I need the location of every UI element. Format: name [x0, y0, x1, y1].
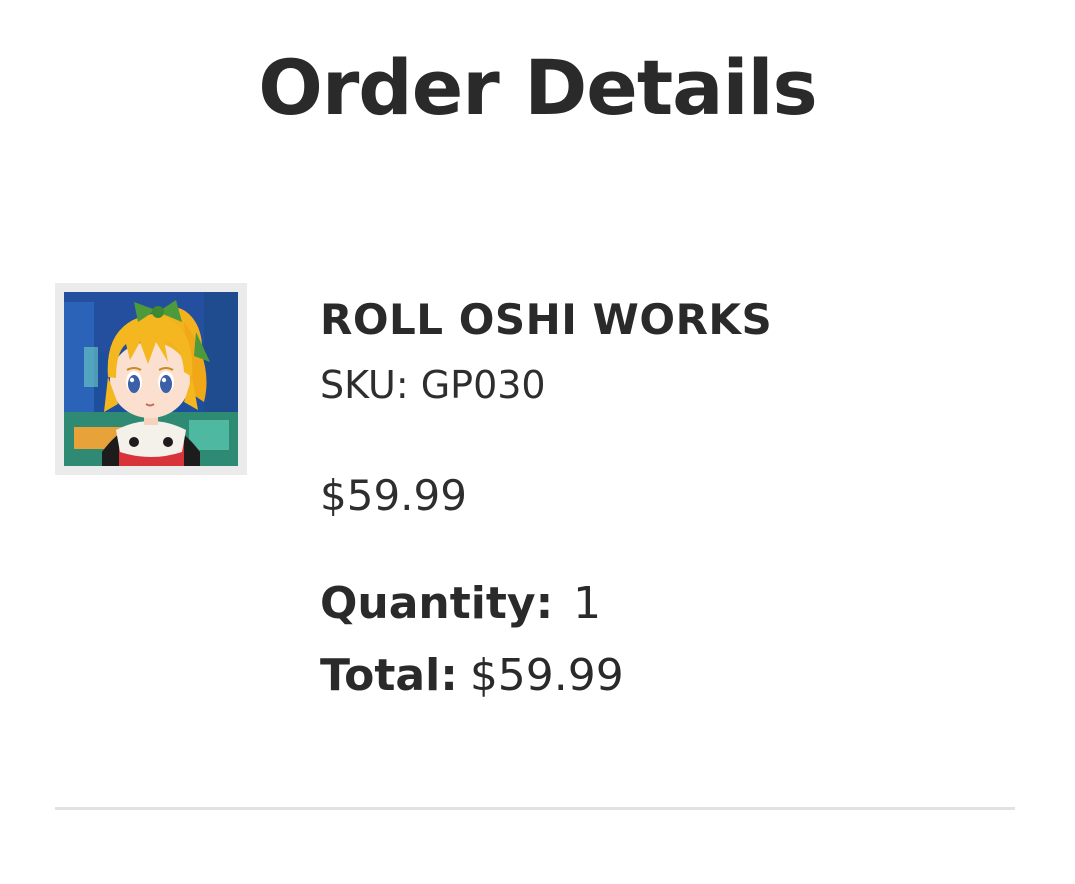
product-image	[64, 292, 238, 466]
total-row: Total: $59.99	[320, 648, 624, 704]
quantity-value: 1	[573, 578, 602, 629]
product-price: $59.99	[320, 471, 467, 520]
product-sku: SKU: GP030	[320, 363, 546, 407]
product-thumbnail[interactable]	[55, 283, 247, 475]
product-name[interactable]: ROLL OSHI WORKS	[320, 293, 772, 347]
section-divider	[55, 807, 1015, 810]
order-item: ROLL OSHI WORKS SKU: GP030 $59.99 Quanti…	[55, 283, 1015, 723]
total-label: Total:	[320, 650, 458, 701]
quantity-row: Quantity: 1	[320, 576, 601, 632]
total-value: $59.99	[469, 650, 624, 701]
page-title: Order Details	[258, 43, 818, 132]
quantity-label: Quantity:	[320, 578, 554, 629]
